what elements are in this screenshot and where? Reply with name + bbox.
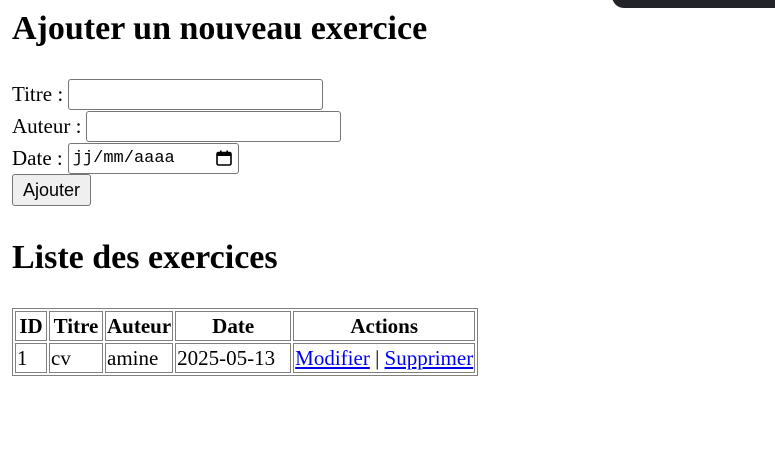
auteur-input[interactable]: [86, 110, 342, 142]
titre-label: Titre :: [12, 82, 64, 106]
action-separator: |: [375, 346, 380, 370]
exercises-table: ID Titre Auteur Date Actions 1 cv amine …: [12, 308, 479, 376]
cell-date: 2025-05-13: [175, 343, 292, 373]
add-button[interactable]: Ajouter: [12, 174, 92, 206]
column-header-auteur: Auteur: [105, 311, 174, 341]
delete-link[interactable]: Supprimer: [385, 346, 474, 370]
auteur-label: Auteur :: [12, 114, 82, 138]
calendar-icon[interactable]: [215, 149, 233, 167]
titre-row: Titre :: [12, 78, 324, 110]
column-header-titre: Titre: [49, 311, 103, 341]
cell-actions: Modifier | Supprimer: [293, 343, 476, 373]
list-heading: Liste des exercices: [12, 239, 278, 276]
date-input[interactable]: jj/mm/aaaa: [67, 142, 239, 174]
form-heading: Ajouter un nouveau exercice: [12, 10, 428, 47]
date-placeholder: jj/mm/aaaa: [72, 148, 175, 168]
column-header-date: Date: [175, 311, 292, 341]
cell-id: 1: [15, 343, 47, 373]
column-header-id: ID: [15, 311, 47, 341]
table-row: 1 cv amine 2025-05-13 Modifier | Supprim…: [15, 343, 476, 373]
cell-titre: cv: [49, 343, 103, 373]
auteur-row: Auteur :: [12, 110, 342, 142]
column-header-actions: Actions: [293, 311, 476, 341]
cell-auteur: amine: [105, 343, 174, 373]
table-header-row: ID Titre Auteur Date Actions: [15, 311, 476, 341]
date-row: Date : jj/mm/aaaa: [12, 142, 239, 174]
titre-input[interactable]: [68, 78, 324, 110]
edit-link[interactable]: Modifier: [295, 346, 370, 370]
window-corner-shadow: [612, 0, 775, 8]
date-label: Date :: [12, 146, 63, 170]
